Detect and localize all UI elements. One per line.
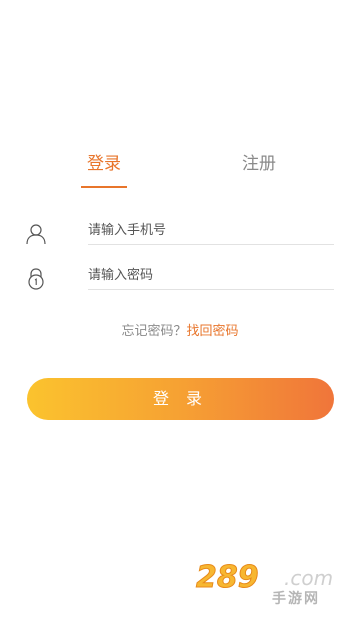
auth-tabs: 登录 注册 (0, 150, 360, 190)
password-row (0, 257, 360, 303)
watermark-text: 手游网 (272, 591, 320, 607)
user-icon (26, 224, 46, 245)
tab-register-label: 注册 (242, 154, 276, 174)
recover-password-link[interactable]: 找回密码 (187, 324, 239, 339)
watermark-number: 289 (196, 560, 260, 596)
lock-icon (28, 268, 44, 290)
password-underline (88, 289, 334, 290)
watermark-domain: .com (284, 566, 334, 590)
phone-underline (88, 244, 334, 245)
tab-login[interactable]: 登录 (81, 150, 127, 190)
login-button[interactable]: 登 录 (27, 378, 334, 420)
phone-input[interactable] (88, 216, 334, 244)
tab-login-label: 登录 (87, 154, 121, 174)
login-screen: 登录 注册 忘记密码？找回密码 登 录 289 .com 手游网 (0, 0, 360, 640)
tab-register[interactable]: 注册 (239, 150, 279, 190)
active-tab-indicator (81, 186, 127, 188)
site-watermark: 289 .com 手游网 (196, 560, 346, 610)
forgot-text: 忘记密码？ (121, 324, 187, 339)
password-input[interactable] (88, 261, 334, 289)
phone-row (0, 212, 360, 258)
forgot-password: 忘记密码？找回密码 (0, 320, 360, 339)
